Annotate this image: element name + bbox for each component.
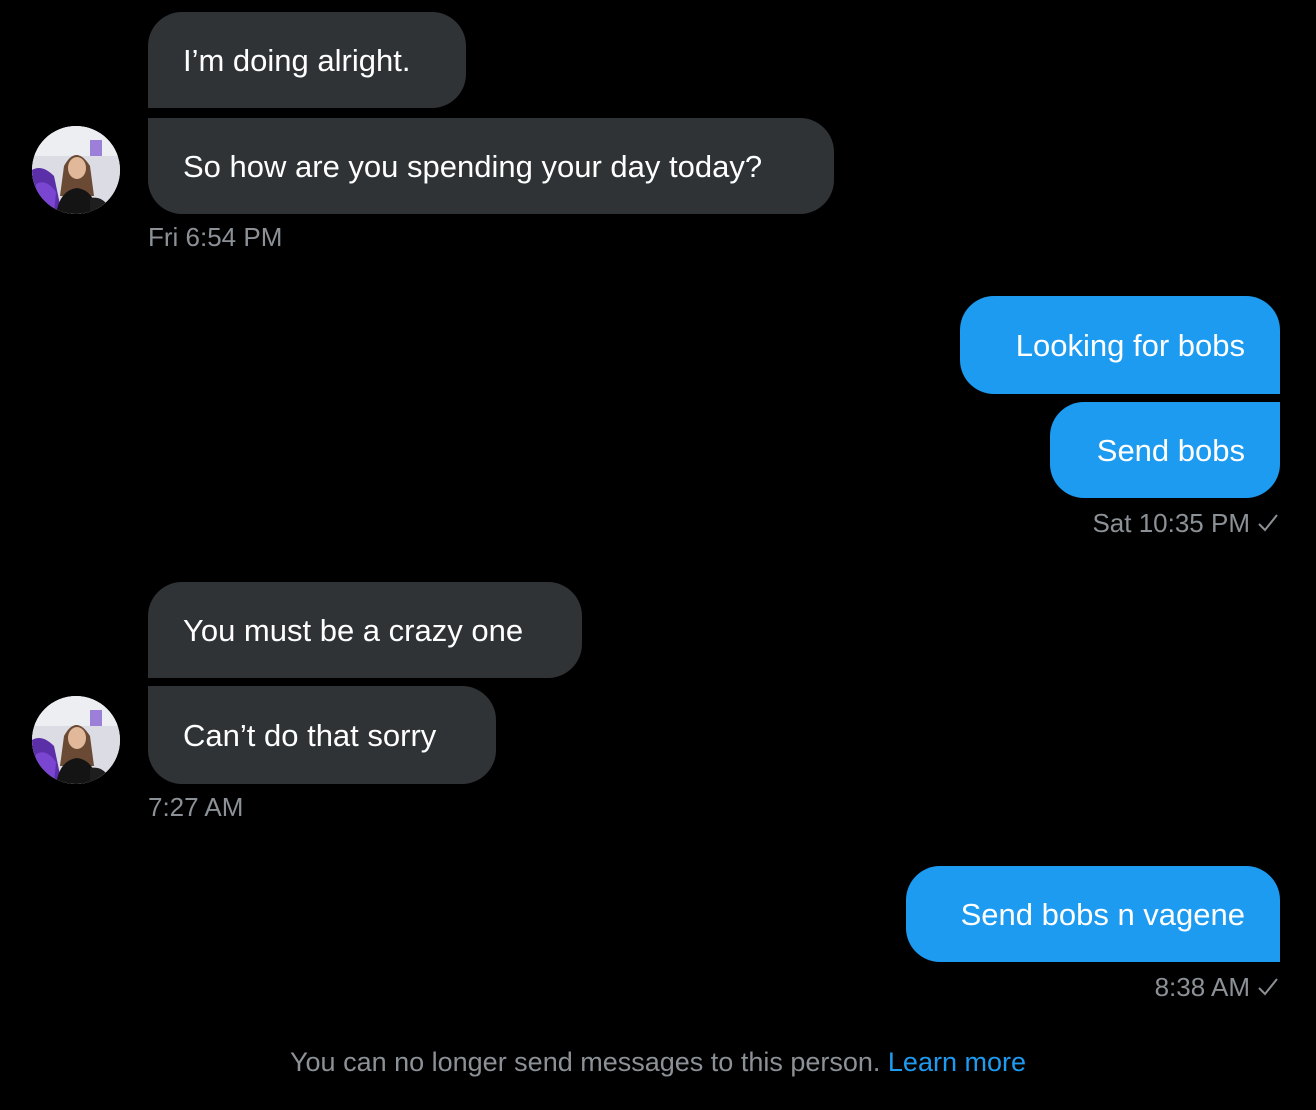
outgoing-message-bubble[interactable]: Send bobs n vagene — [906, 866, 1280, 962]
message-text: Looking for bobs — [1015, 327, 1245, 363]
avatar-photo — [32, 696, 120, 784]
avatar-photo — [32, 126, 120, 214]
message-text: You must be a crazy one — [183, 612, 524, 648]
message-text: Send bobs — [1096, 432, 1245, 468]
learn-more-link[interactable]: Learn more — [888, 1047, 1026, 1077]
message-text: Send bobs n vagene — [960, 896, 1245, 932]
message-timestamp: Sat 10:35 PM — [1092, 510, 1280, 536]
contact-avatar[interactable] — [32, 126, 120, 214]
outgoing-message-bubble[interactable]: Looking for bobs — [960, 296, 1280, 394]
check-icon — [1258, 514, 1278, 532]
incoming-message-bubble[interactable]: Can’t do that sorry — [148, 686, 496, 784]
check-icon — [1258, 978, 1278, 996]
timestamp-text: Fri 6:54 PM — [148, 222, 283, 252]
incoming-message-bubble[interactable]: So how are you spending your day today? — [148, 118, 834, 214]
message-timestamp: 8:38 AM — [1155, 974, 1280, 1000]
timestamp-text: 8:38 AM — [1154, 972, 1250, 1002]
incoming-message-bubble[interactable]: I’m doing alright. — [148, 12, 466, 108]
message-timestamp: Fri 6:54 PM — [148, 224, 282, 250]
incoming-message-bubble[interactable]: You must be a crazy one — [148, 582, 582, 678]
message-text: I’m doing alright. — [183, 42, 411, 78]
timestamp-text: Sat 10:35 PM — [1092, 508, 1250, 538]
message-timestamp: 7:27 AM — [148, 794, 243, 820]
conversation-restricted-notice: You can no longer send messages to this … — [0, 1049, 1316, 1076]
outgoing-message-bubble[interactable]: Send bobs — [1050, 402, 1280, 498]
message-text: So how are you spending your day today? — [183, 148, 763, 184]
notice-text: You can no longer send messages to this … — [290, 1047, 881, 1077]
message-text: Can’t do that sorry — [183, 717, 437, 753]
contact-avatar[interactable] — [32, 696, 120, 784]
timestamp-text: 7:27 AM — [148, 792, 244, 822]
